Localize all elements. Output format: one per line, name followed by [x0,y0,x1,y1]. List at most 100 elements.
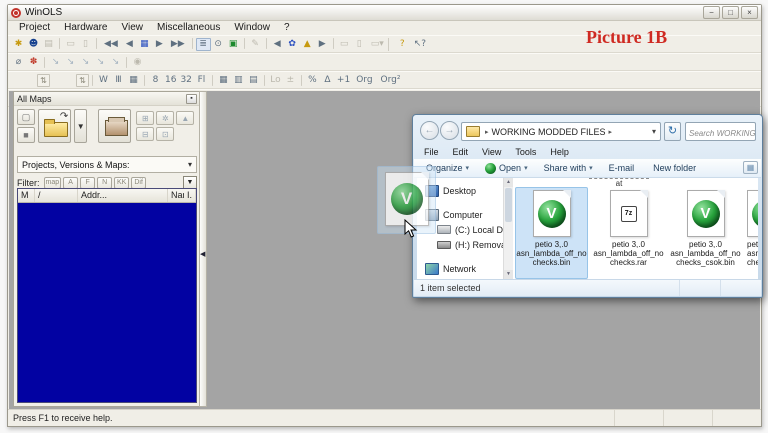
forward-button[interactable]: → [440,121,459,140]
toolbar-button[interactable]: Org² [377,74,405,87]
toolbar-button[interactable]: ⊙ [211,38,226,51]
column-header[interactable]: I. [184,189,196,202]
toolbar-button[interactable]: ▭▾ [367,38,388,51]
toolbar-button[interactable]: W [96,74,111,87]
toolbar-button[interactable] [11,74,37,87]
open-map-button[interactable]: ↷ [38,109,71,143]
toolbar-button[interactable]: % [305,74,320,87]
panel-mini-button[interactable]: ⊡ [156,127,174,141]
toolbar-button[interactable] [333,38,334,49]
address-bar[interactable]: ▸ WORKING MODDED FILES ▸ ▾ [461,122,661,141]
panel-mini-button[interactable]: ▲ [176,111,194,125]
menu-item[interactable]: Project [12,22,57,33]
toolbar-button[interactable] [244,38,245,49]
tree-scrollbar[interactable]: ▲ ▼ [503,178,513,279]
help-button[interactable]: ↖? [410,38,430,51]
explorer-menu-item[interactable]: File [417,147,446,157]
explorer-menu-item[interactable]: View [475,147,508,157]
title-bar[interactable]: WinOLS −□× [8,5,761,21]
filter-button[interactable]: F [80,177,95,189]
toolbar-button[interactable]: Δ [320,74,335,87]
refresh-button[interactable]: ↻ [664,122,681,141]
toolbar-button[interactable] [59,38,60,49]
toolbar-button[interactable]: ✱ [11,38,26,51]
toolbar-button[interactable] [212,75,213,86]
tree-item[interactable]: (H:) Removable Dis [417,237,503,252]
toolbar-button[interactable]: ▯ [78,38,93,51]
scroll-down-icon[interactable]: ▼ [504,270,513,279]
command-button[interactable]: Open ▾ [477,163,536,174]
filter-button[interactable]: KK [114,177,129,189]
toolbar-button[interactable]: ✿ [285,38,300,51]
toolbar-button[interactable]: Lo [268,74,283,87]
window-control-button[interactable]: − [703,6,720,19]
toolbar-button[interactable] [92,75,93,86]
command-button[interactable]: New folder [645,163,707,173]
explorer-menu-item[interactable]: Help [543,147,576,157]
file-item[interactable]: V petio 3,.0 asn_lambda_off_no checks.bi… [515,187,588,279]
toolbar-button[interactable] [192,38,193,49]
window-control-button[interactable]: □ [722,6,739,19]
column-header[interactable]: Addr... [78,189,168,202]
breadcrumb-arrow-icon[interactable]: ▸ [609,128,613,136]
toolbar-button[interactable] [50,74,76,87]
menu-item[interactable]: Window [227,22,277,33]
column-header[interactable]: Name [168,189,184,202]
import-box-button[interactable] [98,109,131,143]
panel-close-button[interactable]: ▪ [186,94,197,104]
toolbar-button[interactable]: ≣ [196,38,211,51]
toolbar-button[interactable]: ◀ [122,38,137,51]
toolbar-button[interactable]: ▲ [300,38,315,51]
column-header[interactable]: / [35,189,78,202]
search-box[interactable] [685,122,756,141]
file-item[interactable]: 7z petio 3,.0 asn_lambda_off_no checks.r… [592,187,665,279]
toolbar-button[interactable]: ↘ [93,56,108,69]
toolbar-button[interactable] [264,75,265,86]
toolbar-button[interactable]: ▯ [352,38,367,51]
toolbar-button[interactable] [144,75,145,86]
command-button[interactable]: E-mail [601,163,646,173]
window-control-button[interactable]: × [741,6,758,19]
toolbar-button[interactable]: ↘ [48,56,63,69]
stop-button[interactable]: ■ [17,127,35,143]
toolbar-button[interactable]: Org [352,74,376,87]
new-map-button[interactable]: ▢ [17,109,35,125]
toolbar-button[interactable]: ⇅ [37,74,50,87]
address-dropdown-icon[interactable]: ▾ [652,127,658,136]
scrollbar-thumb[interactable] [505,188,512,222]
panel-mini-button[interactable]: ⊞ [136,111,154,125]
file-item[interactable]: V petio 3,.0 asn_lambda_off_no checks.bi… [746,187,758,279]
toolbar-button[interactable]: ▤ [246,74,261,87]
toolbar-button[interactable]: ◉ [130,56,145,69]
filter-button[interactable]: Dif [131,177,146,189]
toolbar-button[interactable]: ▥ [231,74,246,87]
toolbar-button[interactable]: ↘ [78,56,93,69]
filter-button[interactable]: N [97,177,112,189]
filter-button[interactable]: map [44,177,62,189]
toolbar-button[interactable] [266,38,267,49]
toolbar-button[interactable]: ✎ [248,38,263,51]
toolbar-button[interactable]: Ⅲ [111,74,126,87]
explorer-menu-item[interactable]: Edit [446,147,476,157]
command-button[interactable]: Share with ▾ [536,163,601,173]
toolbar-button[interactable] [96,38,97,49]
panel-caption[interactable]: All Maps ▪ [14,92,200,106]
toolbar-button[interactable]: ▦ [216,74,231,87]
column-header[interactable]: M [18,189,35,202]
toolbar-button[interactable]: ▦ [137,38,152,51]
menu-item[interactable]: Miscellaneous [150,22,227,33]
toolbar-button[interactable]: 8 [148,74,163,87]
tree-item[interactable]: Network [417,261,503,276]
panel-mini-button[interactable]: ✲ [156,111,174,125]
menu-item[interactable]: ? [277,22,297,33]
toolbar-button[interactable]: ↘ [108,56,123,69]
file-item[interactable]: V petio 3,.0 asn_lambda_off_no checks_cs… [669,187,742,279]
help-button[interactable]: ? [395,38,410,51]
toolbar-button[interactable]: ⌀ [11,56,26,69]
menu-item[interactable]: Hardware [57,22,114,33]
toolbar-button[interactable]: ▣ [226,38,241,51]
toolbar-button[interactable]: ▭ [63,38,78,51]
toolbar-button[interactable]: ↘ [63,56,78,69]
toolbar-button[interactable]: ▦ [126,74,141,87]
toolbar-button[interactable]: ☻ [26,38,41,51]
